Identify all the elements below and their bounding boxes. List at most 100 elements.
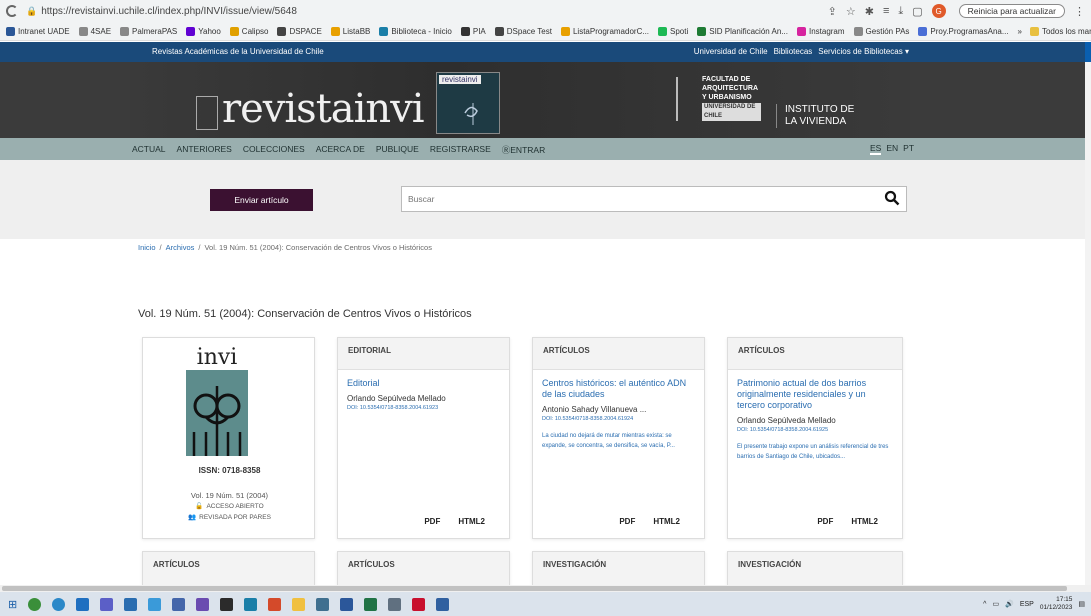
notifications-icon[interactable]: ▤ <box>1078 600 1085 608</box>
language-indicator[interactable]: ESP <box>1020 601 1034 608</box>
nav-colecciones[interactable]: COLECCIONES <box>243 144 305 156</box>
bookmark-item[interactable]: Calipso <box>229 26 268 36</box>
url-field[interactable]: https://revistainvi.uchile.cl/index.php/… <box>41 6 827 17</box>
app-icon[interactable] <box>388 597 402 611</box>
article-card: ARTÍCULOS <box>337 551 510 586</box>
app-icon[interactable] <box>268 597 282 611</box>
article-title[interactable]: Patrimonio actual de dos barrios origina… <box>737 378 893 411</box>
topbar-link-bibliotecas[interactable]: Bibliotecas <box>774 47 813 56</box>
teams-icon[interactable] <box>100 597 114 611</box>
edge-icon[interactable] <box>52 597 66 611</box>
extensions-icon[interactable]: ✱ <box>865 5 874 18</box>
tray-chevron-icon[interactable]: ^ <box>983 601 986 608</box>
html-link[interactable]: HTML2 <box>653 517 680 526</box>
bookmark-item[interactable]: Gestión PAs <box>853 26 909 36</box>
article-doi[interactable]: DOI: 10.5354/0718-8358.2004.61923 <box>347 405 500 411</box>
html-link[interactable]: HTML2 <box>458 517 485 526</box>
lang-pt[interactable]: PT <box>903 143 914 155</box>
clock[interactable]: 17:15 01/12/2023 <box>1040 596 1073 612</box>
app-icon[interactable] <box>316 597 330 611</box>
reading-list-icon[interactable]: ≡ <box>883 5 889 17</box>
nav-acerca-de[interactable]: ACERCA DE <box>316 144 365 156</box>
search-icon[interactable] <box>884 190 900 206</box>
update-button[interactable]: Reinicia para actualizar <box>958 4 1065 18</box>
bookmark-item[interactable]: PIA <box>460 26 486 36</box>
download-icon[interactable]: ⤓ <box>898 5 903 18</box>
article-title[interactable]: Centros históricos: el auténtico ADN de … <box>542 378 695 400</box>
volume-icon[interactable]: 🔊 <box>1005 600 1014 608</box>
app-icon[interactable] <box>244 597 258 611</box>
site-logo[interactable]: revistainvi <box>222 86 425 132</box>
nav-entrar[interactable]: ⓇENTRAR <box>502 144 545 156</box>
bookmark-item[interactable]: Spoti <box>658 26 688 36</box>
card-section: ARTÍCULOS <box>533 338 704 370</box>
lang-es[interactable]: ES <box>870 143 882 155</box>
submit-article-button[interactable]: Enviar artículo <box>210 189 313 211</box>
bookmark-item[interactable]: 4SAE <box>78 26 111 36</box>
bookmark-item[interactable]: Biblioteca - Inicio <box>379 26 452 36</box>
bookmark-item[interactable]: Proy.ProgramasAna... <box>918 26 1009 36</box>
pdf-icon[interactable] <box>412 597 426 611</box>
network-icon[interactable]: ▭ <box>992 600 999 608</box>
word-icon[interactable] <box>340 597 354 611</box>
app-icon[interactable] <box>220 597 234 611</box>
app-icon[interactable] <box>172 597 186 611</box>
chrome-icon[interactable] <box>28 597 42 611</box>
horizontal-scrollbar[interactable] <box>0 585 1091 592</box>
nav-publique[interactable]: PUBLIQUE <box>376 144 419 156</box>
breadcrumb: Inicio / Archivos / Vol. 19 Núm. 51 (200… <box>138 243 432 252</box>
bookmark-item[interactable]: DSPACE <box>277 26 322 36</box>
bookmarks-more-button[interactable]: » <box>1018 27 1022 36</box>
bookmark-item[interactable]: ListaProgramadorC... <box>560 26 650 36</box>
article-title[interactable]: Editorial <box>347 378 500 389</box>
profile-avatar[interactable]: G <box>931 4 946 18</box>
menu-icon[interactable]: ⋮ <box>1074 5 1085 18</box>
article-doi[interactable]: DOI: 10.5354/0718-8358.2004.61925 <box>737 427 893 433</box>
outlook-icon[interactable] <box>76 597 90 611</box>
pdf-link[interactable]: PDF <box>424 517 440 526</box>
app-icon[interactable] <box>196 597 210 611</box>
nav-actual[interactable]: ACTUAL <box>132 144 166 156</box>
article-author: Orlando Sepúlveda Mellado <box>737 416 836 425</box>
breadcrumb-home[interactable]: Inicio <box>138 243 156 252</box>
lang-en[interactable]: EN <box>886 143 898 155</box>
bookmark-item[interactable]: Instagram <box>796 26 845 36</box>
nav-anteriores[interactable]: ANTERIORES <box>177 144 232 156</box>
star-icon[interactable]: ☆ <box>846 5 856 18</box>
topbar-link-servicios[interactable]: Servicios de Bibliotecas ▾ <box>818 47 909 56</box>
topbar-link-uchile[interactable]: Universidad de Chile <box>694 47 768 56</box>
bookmark-item[interactable]: SID Planificación An... <box>697 26 788 36</box>
app-icon[interactable] <box>436 597 450 611</box>
reload-icon[interactable] <box>6 5 18 17</box>
vertical-scrollbar[interactable] <box>1085 62 1091 592</box>
issue-cover-image[interactable]: invi <box>186 346 248 456</box>
excel-icon[interactable] <box>364 597 378 611</box>
pdf-link[interactable]: PDF <box>619 517 635 526</box>
search-input[interactable] <box>402 187 872 211</box>
bookmark-item[interactable]: ListaBB <box>330 26 370 36</box>
start-icon[interactable]: ⊞ <box>8 598 17 611</box>
breadcrumb-archives[interactable]: Archivos <box>166 243 195 252</box>
article-doi[interactable]: DOI: 10.5354/0718-8358.2004.61924 <box>542 416 695 422</box>
bookmark-icon <box>560 26 570 36</box>
topbar-site-name[interactable]: Revistas Académicas de la Universidad de… <box>152 47 324 56</box>
browser-address-bar: 🔒 https://revistainvi.uchile.cl/index.ph… <box>0 0 1091 22</box>
html-link[interactable]: HTML2 <box>851 517 878 526</box>
scrollbar-thumb[interactable] <box>2 586 1067 591</box>
bookmark-item[interactable]: Intranet UADE <box>6 26 70 36</box>
app-icon[interactable] <box>124 597 138 611</box>
pdf-link[interactable]: PDF <box>817 517 833 526</box>
article-card: INVESTIGACIÓN <box>727 551 903 586</box>
folder-icon[interactable] <box>292 597 306 611</box>
bookmark-item[interactable]: PalmeraPAS <box>120 26 177 36</box>
app-icon[interactable] <box>148 597 162 611</box>
lock-icon[interactable]: 🔒 <box>26 6 37 17</box>
bookmarks-bar: Intranet UADE 4SAE PalmeraPAS Yahoo Calipso D… <box>0 22 1091 41</box>
all-bookmarks-button[interactable]: Todos los marcadores <box>1029 26 1091 36</box>
share-icon[interactable]: ⇪ <box>828 5 837 18</box>
side-panel-icon[interactable]: ▢ <box>912 5 922 18</box>
bookmark-item[interactable]: DSpace Test <box>494 26 552 36</box>
nav-registrarse[interactable]: REGISTRARSE <box>430 144 491 156</box>
bookmark-label: ListaProgramadorC... <box>572 26 650 36</box>
bookmark-item[interactable]: Yahoo <box>186 26 221 36</box>
